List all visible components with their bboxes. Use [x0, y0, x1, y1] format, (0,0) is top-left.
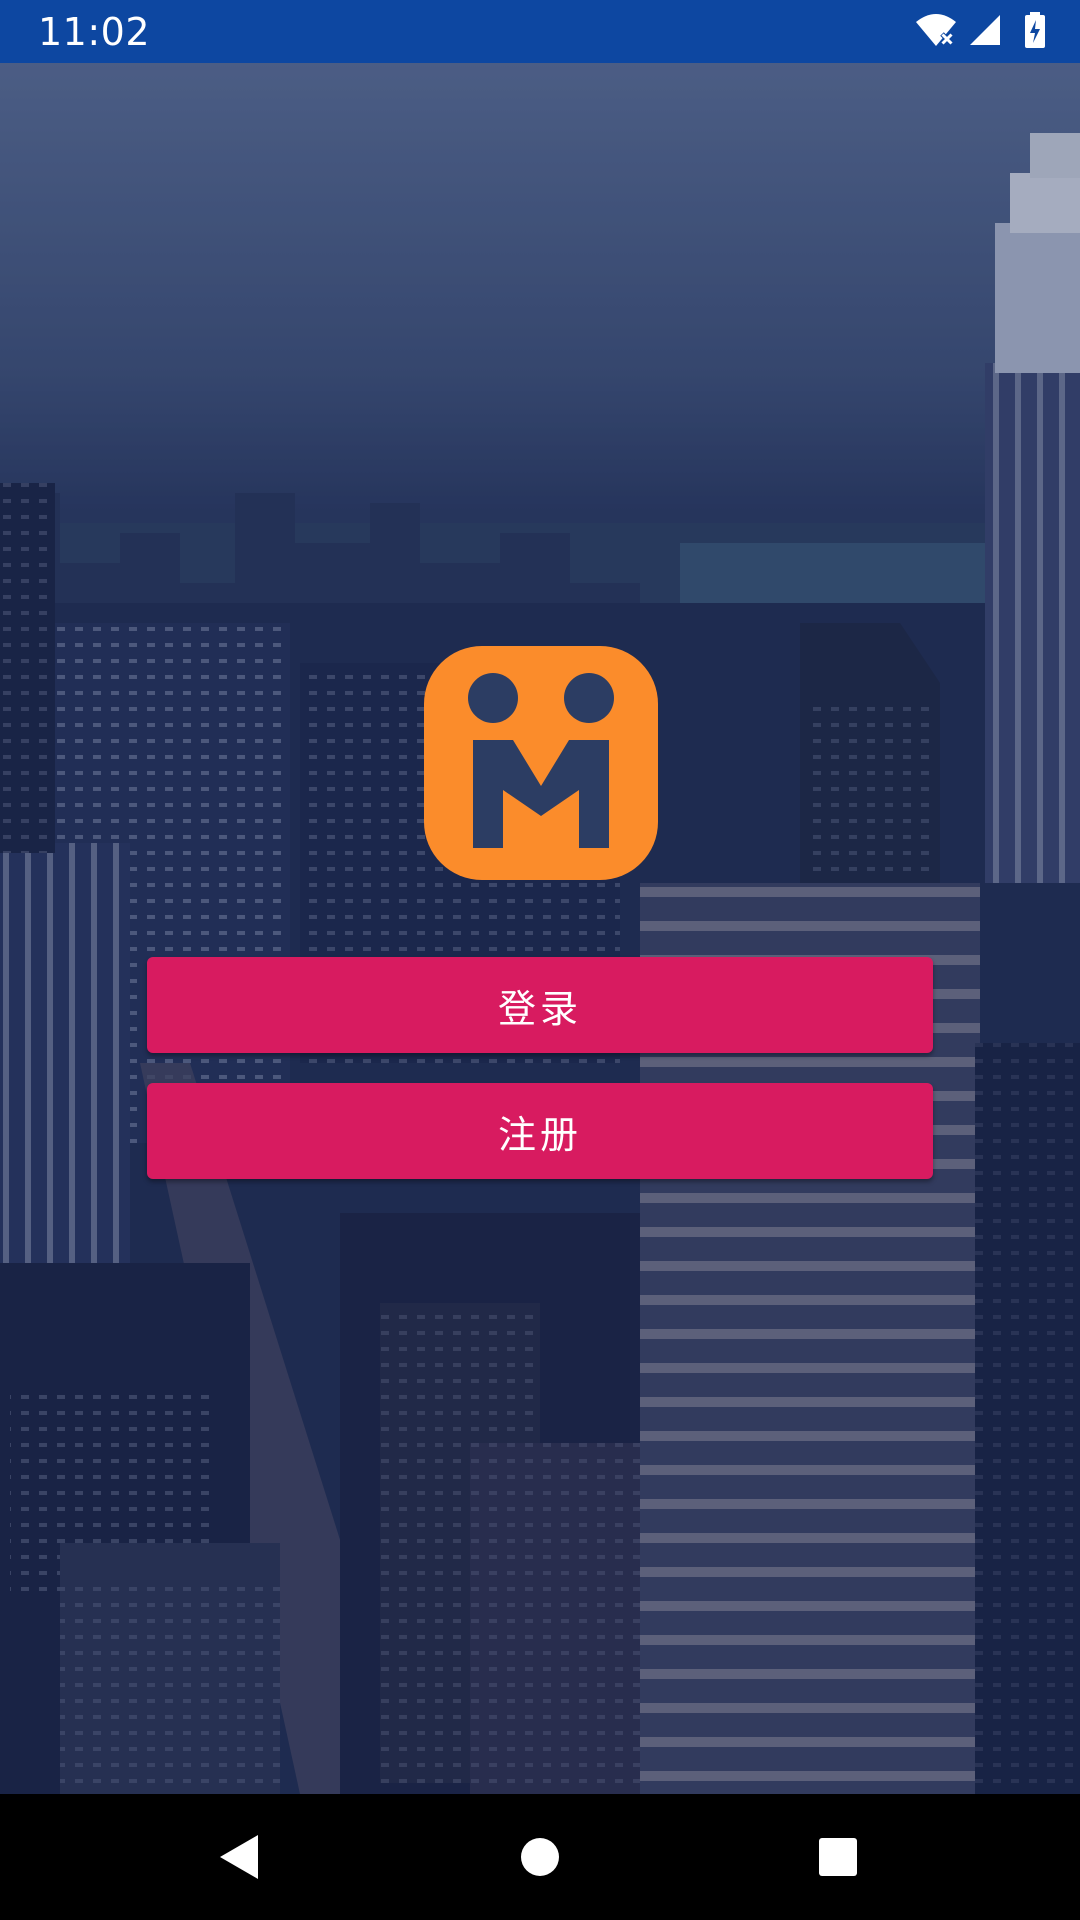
register-button[interactable]: 注册: [147, 1083, 933, 1179]
app-logo-m-icon: [424, 646, 658, 880]
status-icons: [914, 10, 1046, 54]
wifi-off-icon: [914, 12, 958, 52]
welcome-screen: 11:02 登录 注册: [0, 0, 1080, 1920]
home-icon[interactable]: [510, 1827, 570, 1887]
status-bar: 11:02: [0, 0, 1080, 63]
recents-icon[interactable]: [808, 1827, 868, 1887]
signal-icon: [968, 13, 1002, 51]
login-button-label: 登录: [497, 986, 582, 1031]
login-button[interactable]: 登录: [147, 957, 933, 1053]
navigation-bar: [0, 1794, 1080, 1920]
battery-charging-icon: [1024, 12, 1046, 52]
status-time: 11:02: [38, 10, 151, 54]
back-icon[interactable]: [210, 1827, 270, 1887]
city-background-image: [0, 63, 1080, 1794]
register-button-label: 注册: [497, 1112, 582, 1157]
